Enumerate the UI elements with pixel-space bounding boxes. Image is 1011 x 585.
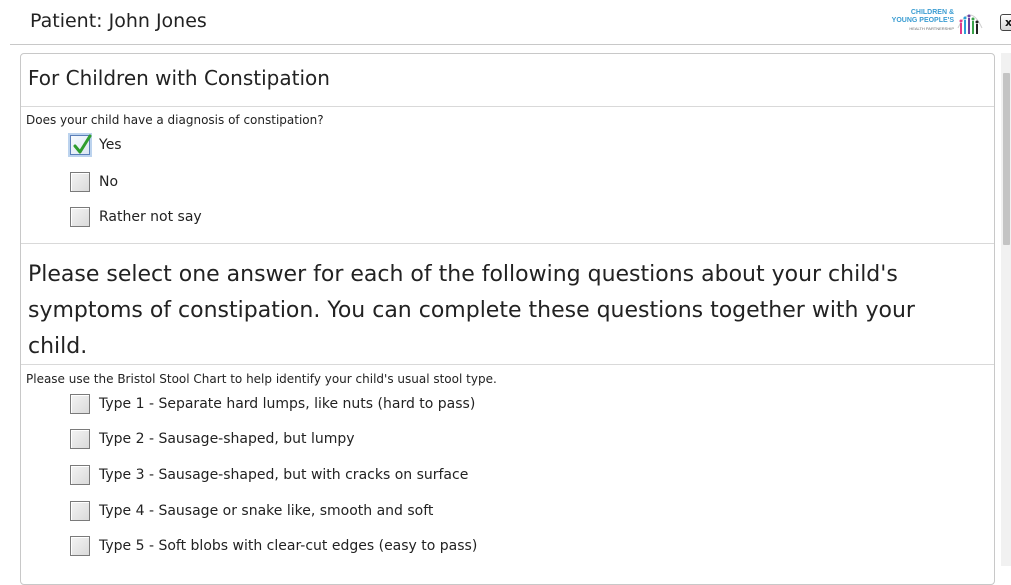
window-header: Patient: John Jones CHILDREN & YOUNG PEO… [10,0,1011,45]
close-icon: x [1004,16,1011,29]
no-checkbox[interactable] [70,172,90,192]
section-title: For Children with Constipation [28,66,330,90]
logo-line-1: CHILDREN & [910,9,954,16]
partnership-logo: CHILDREN & YOUNG PEOPLE'S HEALTH PARTNER… [882,6,984,36]
option-label: Type 2 - Sausage-shaped, but lumpy [99,431,355,447]
logo-line-3: HEALTH PARTNERSHIP [909,26,954,31]
logo-text: CHILDREN & YOUNG PEOPLE'S HEALTH PARTNER… [882,9,954,33]
option-label: Type 3 - Sausage-shaped, but with cracks… [99,467,469,483]
type-2-checkbox[interactable] [70,429,90,449]
instructions-text: Please select one answer for each of the… [28,262,915,359]
logo-line-2: YOUNG PEOPLE'S [891,17,954,24]
stool-type-question-text: Please use the Bristol Stool Chart to he… [26,372,497,386]
close-button[interactable]: x [1000,14,1011,31]
type-1-checkbox[interactable] [70,394,90,414]
people-figures-icon [957,14,983,34]
patient-title: Patient: John Jones [30,10,207,32]
diagnosis-question-text: Does your child have a diagnosis of cons… [26,113,324,127]
option-label: No [99,174,119,190]
scrollbar-thumb[interactable] [1003,73,1010,245]
divider [21,106,994,107]
vertical-scrollbar[interactable] [1001,53,1011,566]
stool-type-question: Please use the Bristol Stool Chart to he… [26,372,497,386]
option-label: Type 4 - Sausage or snake like, smooth a… [99,503,434,519]
option-label: Yes [99,137,122,153]
type-4-checkbox[interactable] [70,501,90,521]
option-label: Type 1 - Separate hard lumps, like nuts … [99,396,476,412]
type-3-checkbox[interactable] [70,465,90,485]
divider [21,243,994,244]
checkmark-icon [73,134,92,154]
yes-checkbox[interactable] [70,134,92,155]
diagnosis-question: Does your child have a diagnosis of cons… [26,113,324,127]
option-label: Type 5 - Soft blobs with clear-cut edges… [99,538,478,554]
option-label: Rather not say [99,209,202,225]
rather-not-say-checkbox[interactable] [70,207,90,227]
questionnaire-panel: For Children with Constipation Does your… [20,53,995,585]
divider [21,364,994,365]
type-5-checkbox[interactable] [70,536,90,556]
